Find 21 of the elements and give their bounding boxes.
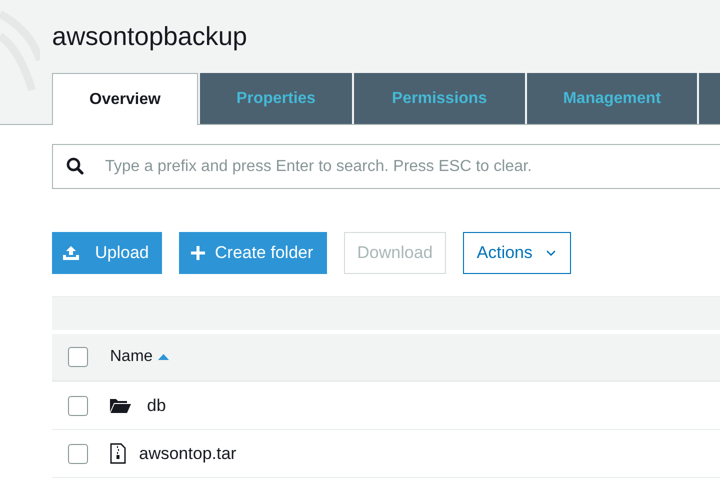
checkbox[interactable] <box>68 347 88 367</box>
folder-name[interactable]: db <box>147 392 166 418</box>
actions-dropdown[interactable]: Actions <box>462 232 571 274</box>
checkbox[interactable] <box>68 444 88 464</box>
plus-icon <box>190 246 205 260</box>
upload-icon <box>62 245 80 261</box>
create-folder-button[interactable]: Create folder <box>178 232 328 274</box>
search-icon <box>66 157 84 175</box>
tab[interactable]: Properties <box>200 73 352 124</box>
tab[interactable]: Management <box>527 73 697 124</box>
tab[interactable]: Overview <box>52 73 198 125</box>
tab[interactable]: Permissions <box>354 73 525 124</box>
search-field[interactable]: Type a prefix and press Enter to search. Press ESC to clear. <box>52 144 720 189</box>
file-name[interactable]: awsontop.tar <box>139 440 236 466</box>
archive-file-icon <box>110 443 126 464</box>
folder-icon <box>110 398 131 413</box>
name-column-header[interactable]: Name <box>110 345 169 369</box>
caret-icon <box>546 250 556 256</box>
bucket-title: awsontopbackup <box>52 20 248 52</box>
upload-button[interactable]: Upload <box>52 232 162 274</box>
checkbox[interactable] <box>68 396 88 416</box>
